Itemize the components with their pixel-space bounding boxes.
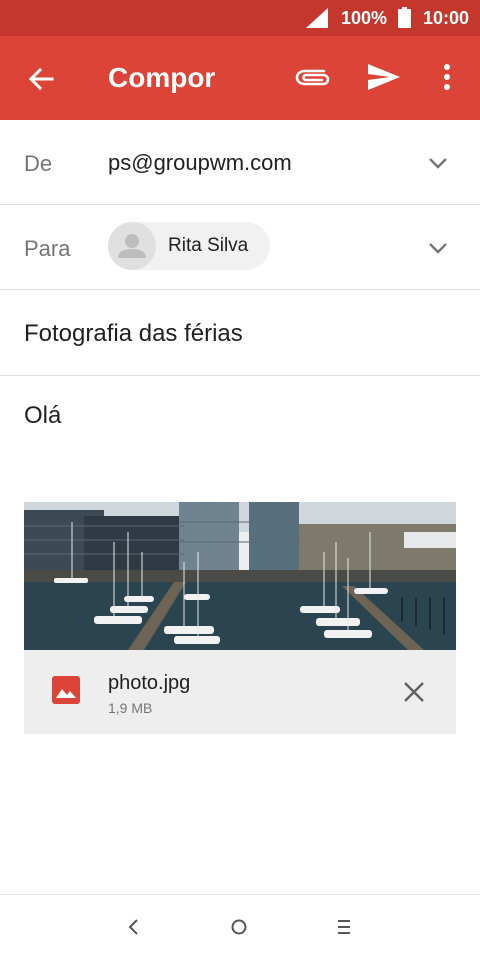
clock: 10:00 (423, 8, 470, 28)
subject-row[interactable]: Fotografia das férias (0, 290, 480, 376)
image-icon (52, 676, 80, 704)
subject-field[interactable]: Fotografia das férias (24, 320, 243, 348)
app-bar: Compor (0, 36, 480, 120)
nav-home-icon[interactable] (229, 917, 249, 937)
close-icon[interactable] (402, 680, 426, 704)
body-field[interactable]: Olá (24, 402, 61, 430)
attachment-filename: photo.jpg (108, 672, 191, 694)
page-title: Compor (108, 62, 216, 93)
nav-back-icon[interactable] (124, 917, 144, 937)
from-label: De (24, 151, 53, 176)
recipient-chip[interactable]: Rita Silva (108, 222, 270, 270)
back-arrow-icon[interactable] (26, 64, 56, 94)
attachment-info: photo.jpg 1,9 MB (24, 650, 456, 734)
photo-preview[interactable] (24, 502, 456, 650)
paperclip-icon[interactable] (294, 62, 330, 92)
more-vert-icon[interactable] (432, 62, 462, 92)
attachment-card[interactable]: photo.jpg 1,9 MB (24, 502, 456, 734)
chevron-down-icon[interactable] (426, 151, 450, 175)
recipient-name: Rita Silva (168, 235, 249, 256)
attachment-filesize: 1,9 MB (108, 700, 153, 716)
from-address[interactable]: ps@groupwm.com (108, 150, 292, 176)
battery-icon (398, 7, 411, 28)
nav-recent-apps-icon[interactable] (334, 917, 354, 937)
signal-icon (306, 8, 328, 28)
system-nav-bar (0, 894, 480, 960)
to-row: Para Rita Silva (0, 205, 480, 290)
to-label: Para (24, 236, 71, 261)
from-row: De ps@groupwm.com (0, 120, 480, 205)
harbor-photo (24, 502, 456, 650)
chevron-down-icon[interactable] (426, 236, 450, 260)
battery-percent: 100% (341, 8, 388, 28)
avatar (108, 222, 156, 270)
status-bar: 100% 10:00 (0, 0, 480, 36)
send-icon[interactable] (366, 62, 402, 92)
person-icon (118, 234, 146, 258)
